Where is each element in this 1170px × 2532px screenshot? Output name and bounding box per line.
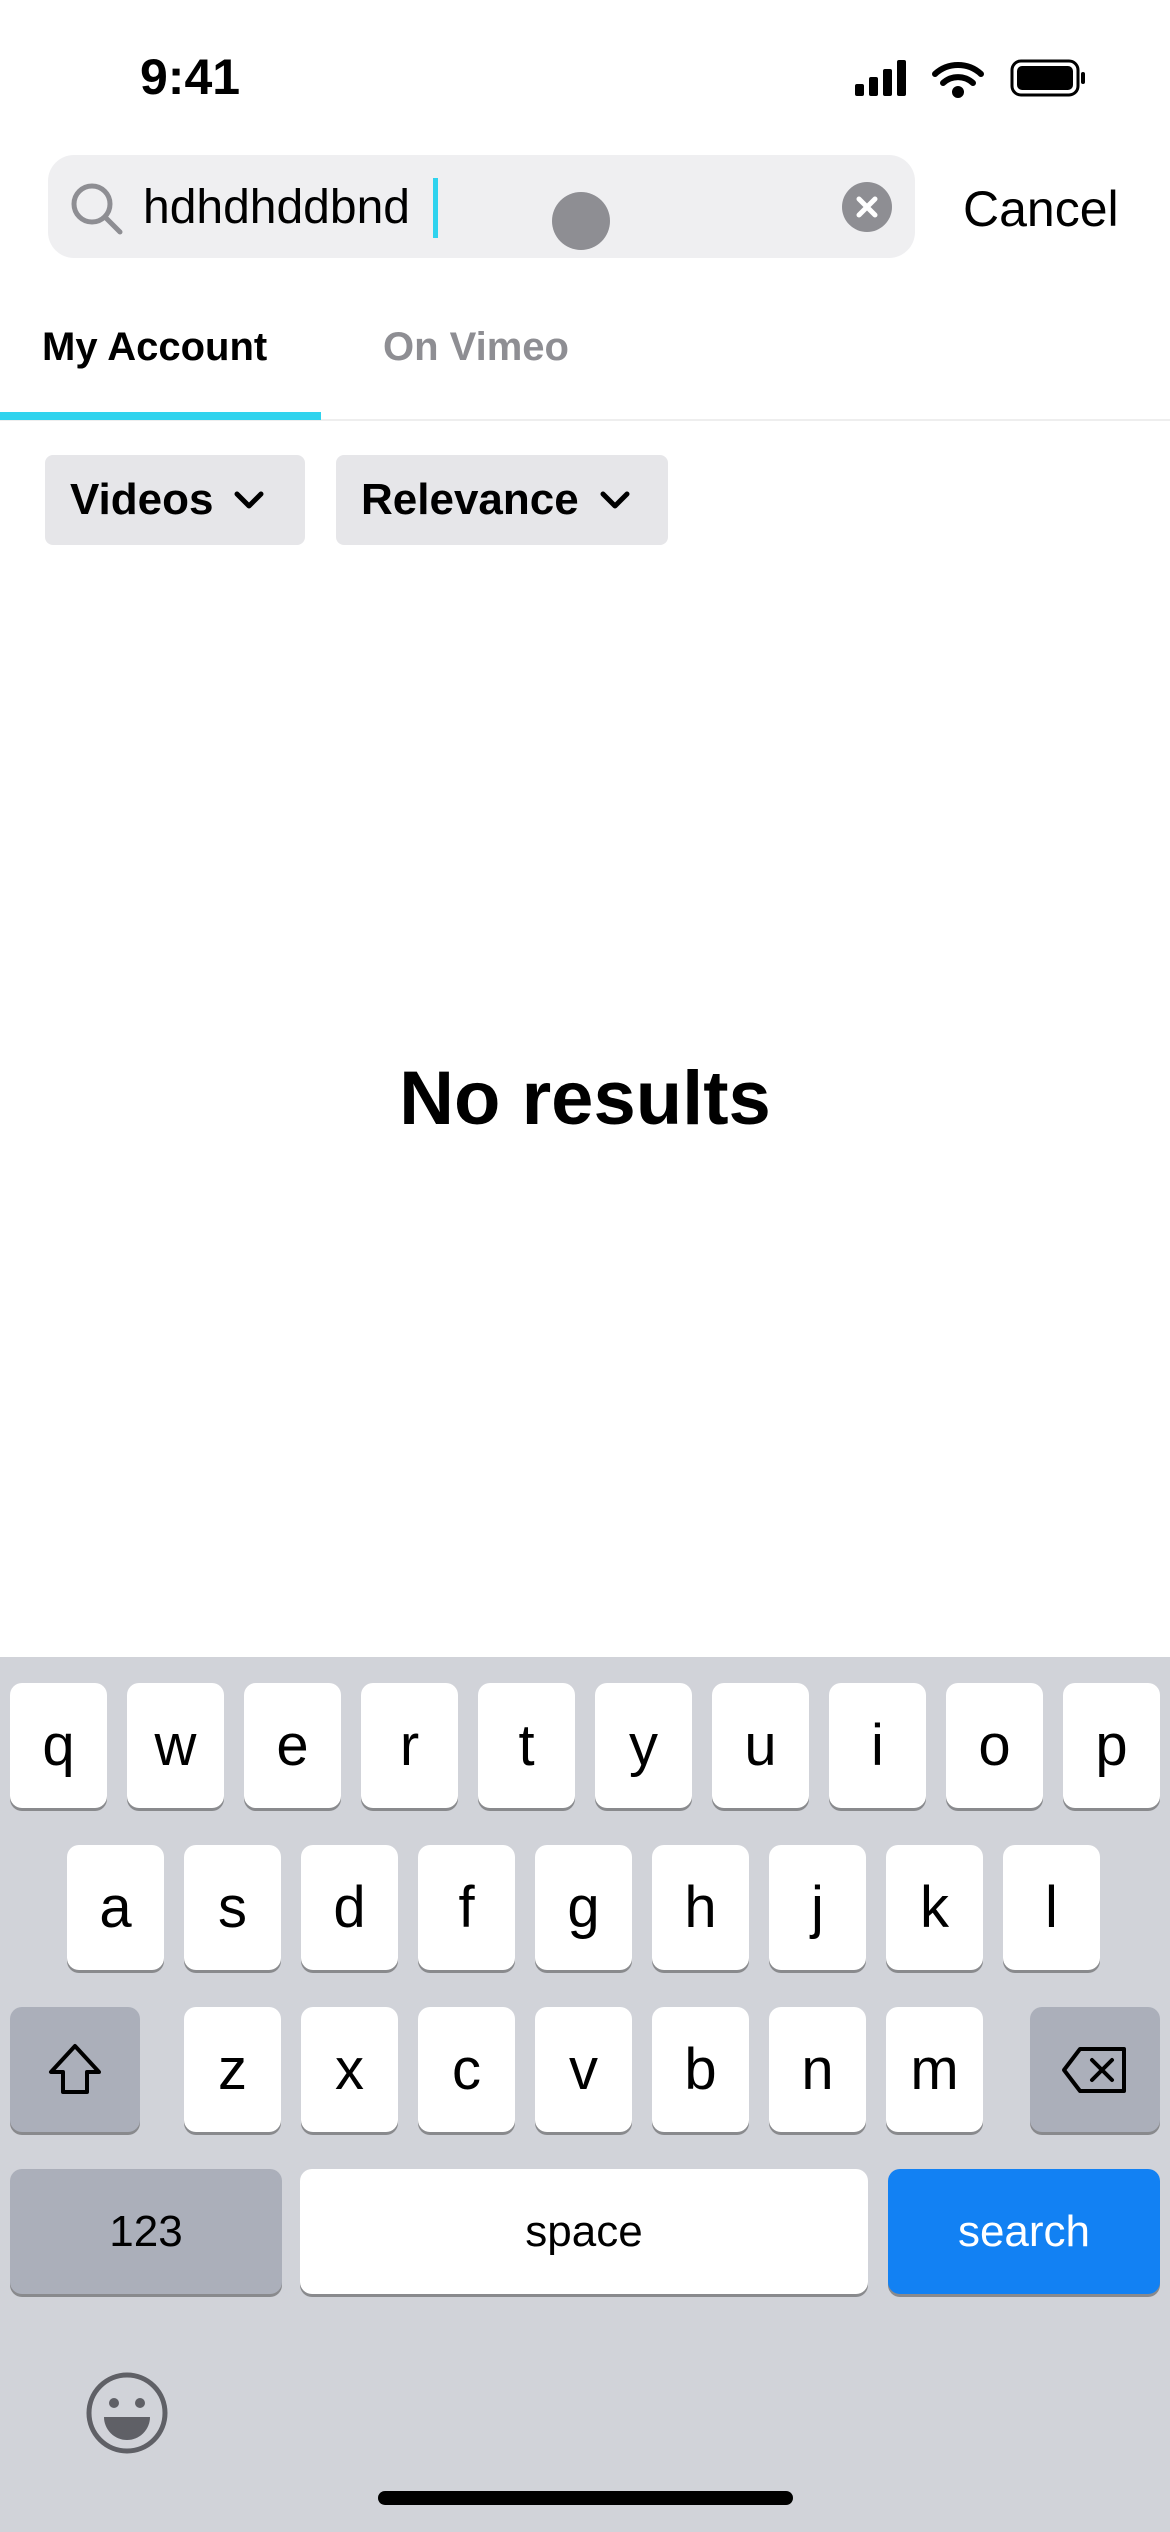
shift-key[interactable]: [10, 2007, 140, 2132]
key-a[interactable]: a: [67, 1845, 164, 1970]
delete-key[interactable]: [1030, 2007, 1160, 2132]
key-e[interactable]: e: [244, 1683, 341, 1808]
chevron-down-icon: [600, 491, 630, 509]
key-x[interactable]: x: [301, 2007, 398, 2132]
signal-icon: [855, 60, 906, 96]
key-n[interactable]: n: [769, 2007, 866, 2132]
touch-indicator: [552, 192, 610, 250]
wifi-icon: [932, 62, 984, 98]
key-d[interactable]: d: [301, 1845, 398, 1970]
backspace-icon: [1062, 2046, 1126, 2093]
numbers-key[interactable]: 123: [10, 2169, 282, 2294]
type-filter-dropdown[interactable]: Videos: [45, 455, 305, 545]
active-tab-indicator: [0, 412, 321, 420]
status-icons: [855, 59, 1085, 98]
key-b[interactable]: b: [652, 2007, 749, 2132]
tab-on-vimeo[interactable]: On Vimeo: [383, 325, 569, 370]
key-v[interactable]: v: [535, 2007, 632, 2132]
empty-state-message: No results: [399, 1056, 771, 1141]
shift-icon: [49, 2043, 101, 2094]
key-z[interactable]: z: [184, 2007, 281, 2132]
key-c[interactable]: c: [418, 2007, 515, 2132]
key-i[interactable]: i: [829, 1683, 926, 1808]
key-r[interactable]: r: [361, 1683, 458, 1808]
status-time: 9:41: [140, 49, 241, 105]
key-m[interactable]: m: [886, 2007, 983, 2132]
key-l[interactable]: l: [1003, 1845, 1100, 1970]
key-f[interactable]: f: [418, 1845, 515, 1970]
key-s[interactable]: s: [184, 1845, 281, 1970]
cancel-button[interactable]: Cancel: [963, 180, 1119, 238]
key-j[interactable]: j: [769, 1845, 866, 1970]
battery-icon: [1010, 59, 1085, 97]
text-cursor: [433, 178, 438, 238]
key-t[interactable]: t: [478, 1683, 575, 1808]
key-k[interactable]: k: [886, 1845, 983, 1970]
key-g[interactable]: g: [535, 1845, 632, 1970]
key-o[interactable]: o: [946, 1683, 1043, 1808]
key-h[interactable]: h: [652, 1845, 749, 1970]
search-key[interactable]: search: [888, 2169, 1160, 2294]
sort-filter-label: Relevance: [361, 475, 579, 524]
clear-search-button[interactable]: [842, 182, 892, 232]
search-icon: [71, 183, 123, 235]
key-p[interactable]: p: [1063, 1683, 1160, 1808]
space-key[interactable]: space: [300, 2169, 868, 2294]
tab-my-account[interactable]: My Account: [42, 325, 267, 370]
home-indicator: [378, 2491, 793, 2505]
emoji-icon[interactable]: [84, 2370, 170, 2456]
key-q[interactable]: q: [10, 1683, 107, 1808]
key-y[interactable]: y: [595, 1683, 692, 1808]
key-w[interactable]: w: [127, 1683, 224, 1808]
search-input[interactable]: hdhdhddbnd: [143, 180, 410, 235]
chevron-down-icon: [234, 491, 264, 509]
close-icon: [856, 196, 878, 218]
type-filter-label: Videos: [70, 475, 214, 524]
sort-filter-dropdown[interactable]: Relevance: [336, 455, 668, 545]
key-u[interactable]: u: [712, 1683, 809, 1808]
